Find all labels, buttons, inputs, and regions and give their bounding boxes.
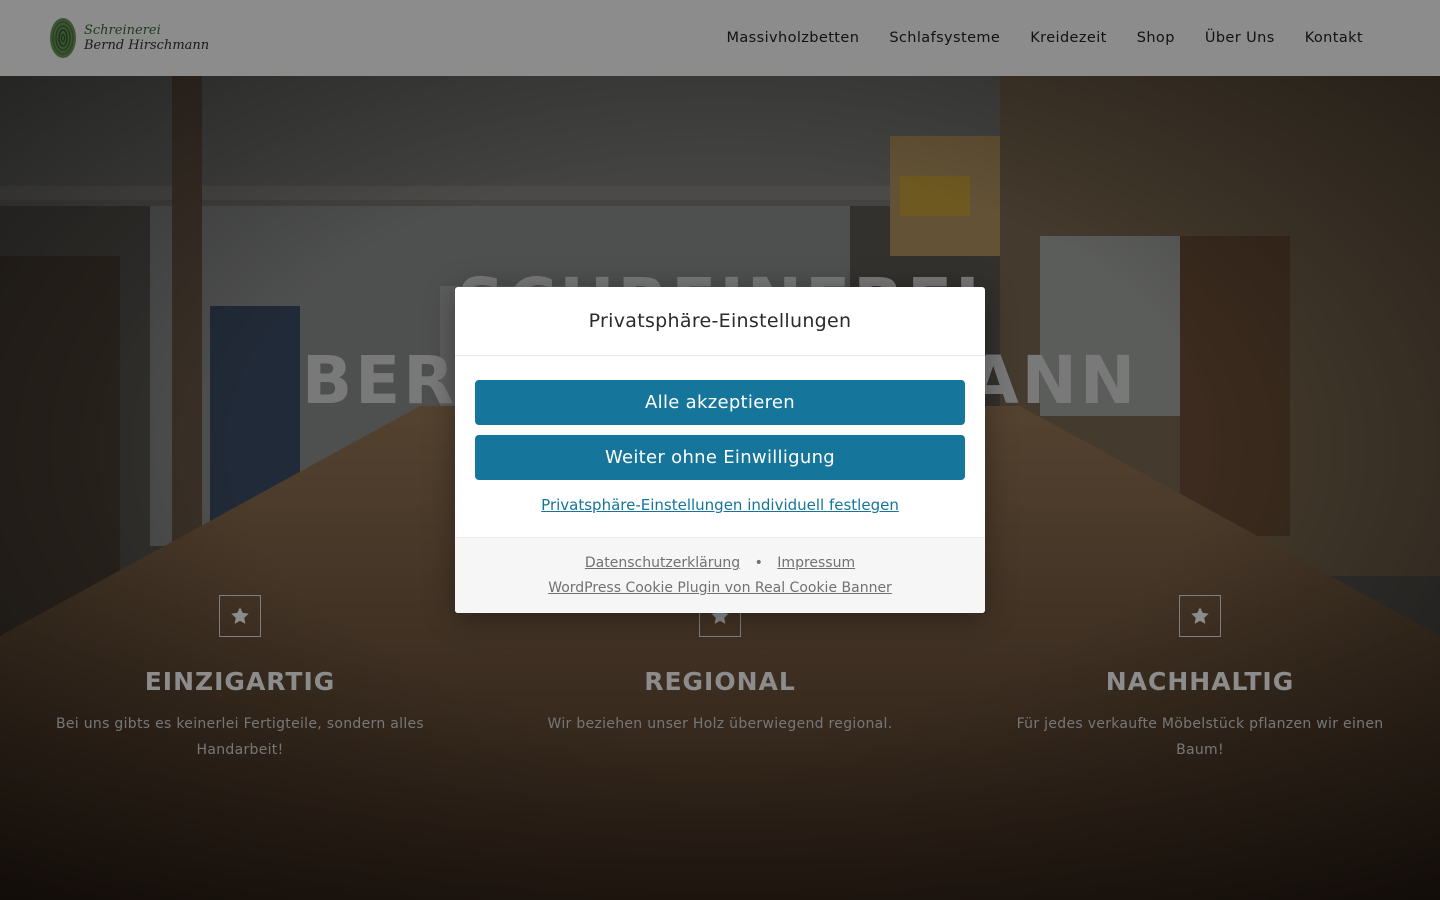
cookie-consent-dialog: Privatsphäre-Einstellungen Alle akzeptie… bbox=[455, 287, 985, 613]
privacy-policy-link[interactable]: Datenschutzerklärung bbox=[585, 555, 740, 571]
dialog-header: Privatsphäre-Einstellungen bbox=[455, 287, 985, 356]
footer-separator: • bbox=[754, 555, 763, 571]
imprint-link[interactable]: Impressum bbox=[777, 555, 855, 571]
continue-without-consent-button[interactable]: Weiter ohne Einwilligung bbox=[475, 435, 965, 480]
dialog-title: Privatsphäre-Einstellungen bbox=[588, 310, 852, 332]
dialog-footer: Datenschutzerklärung • Impressum WordPre… bbox=[455, 537, 985, 613]
accept-all-button[interactable]: Alle akzeptieren bbox=[475, 380, 965, 425]
dialog-body: Alle akzeptieren Weiter ohne Einwilligun… bbox=[455, 356, 985, 537]
customize-privacy-link[interactable]: Privatsphäre-Einstellungen individuell f… bbox=[475, 496, 965, 514]
plugin-credit-link[interactable]: WordPress Cookie Plugin von Real Cookie … bbox=[548, 580, 892, 596]
